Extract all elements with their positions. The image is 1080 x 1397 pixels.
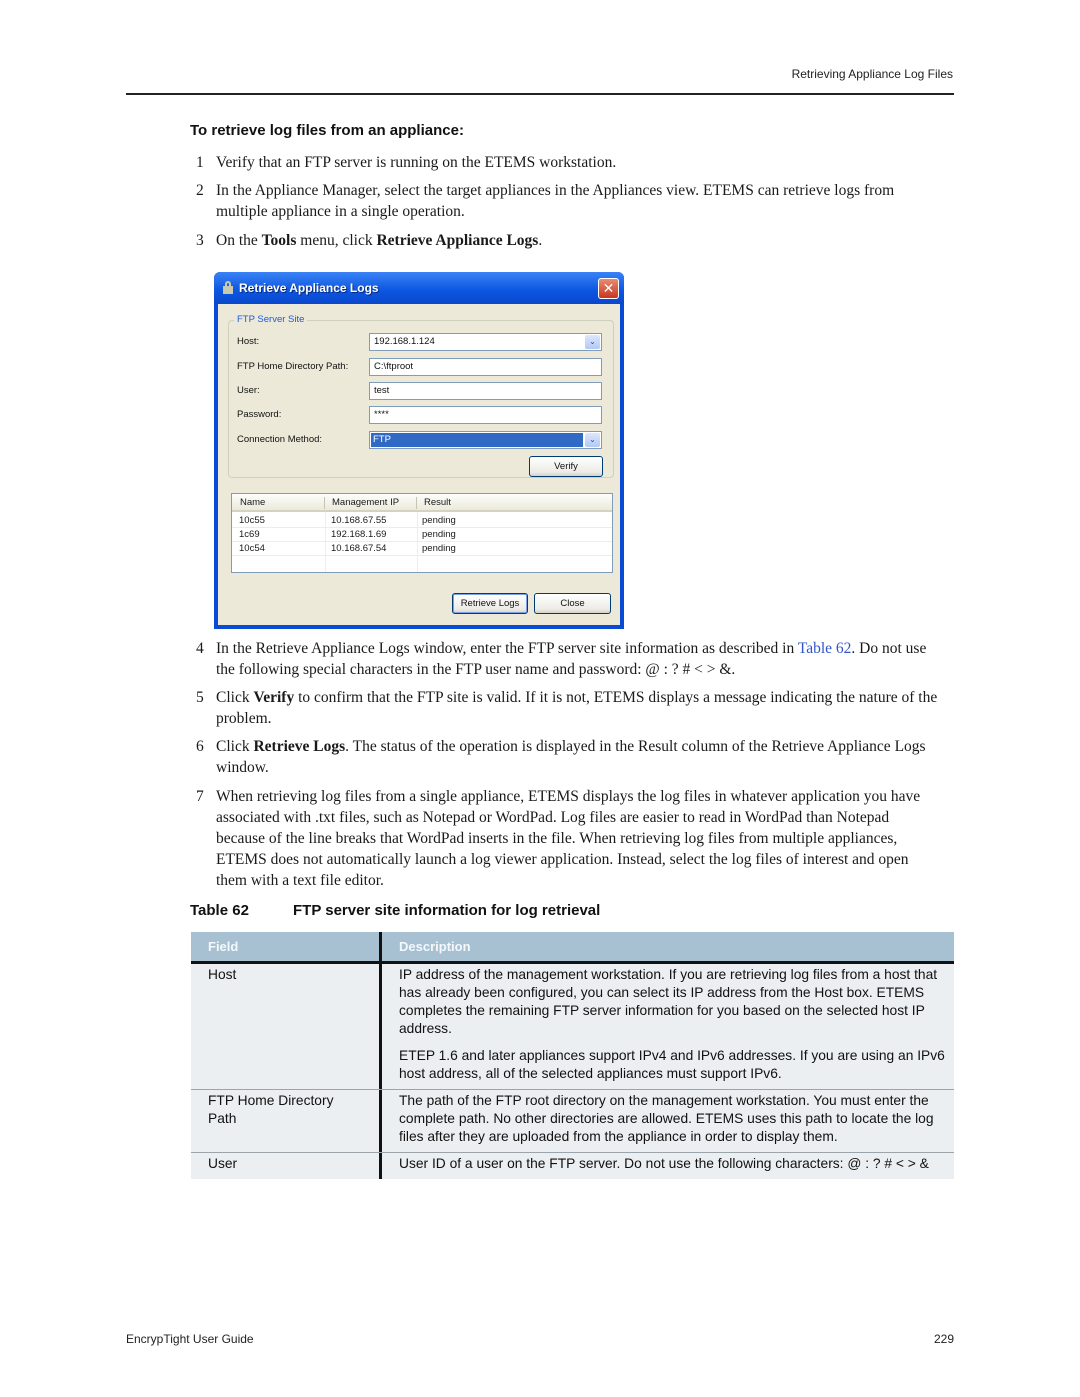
connection-method-combo[interactable]: FTP ⌄ [369,431,602,449]
cell-name: 10c54 [239,543,265,554]
step-7: 7 When retrieving log files from a singl… [196,786,941,891]
lock-icon [223,281,233,294]
retrieve-logs-dialog: Retrieve Appliance Logs ✕ FTP Server Sit… [214,272,624,629]
running-header: Retrieving Appliance Log Files [791,67,953,81]
column-header-field: Field [208,939,239,954]
retrieve-logs-button[interactable]: Retrieve Logs [452,593,528,614]
column-header-name[interactable]: Name [240,497,265,508]
host-value: 192.168.1.124 [374,336,435,347]
group-label: FTP Server Site [234,314,308,325]
step-text: to confirm that the FTP site is valid. I… [216,689,938,727]
host-combo[interactable]: 192.168.1.124 ⌄ [369,333,602,351]
cell-result: pending [422,515,456,526]
step-text: On the [216,232,262,249]
step-text: menu, click [296,232,377,249]
column-header-description: Description [399,939,471,954]
dialog-client: FTP Server Site Host: 192.168.1.124 ⌄ FT… [218,304,620,625]
field-description: IP address of the management workstation… [399,967,938,1036]
step-2: 2 In the Appliance Manager, select the t… [196,180,941,222]
appliance-list[interactable]: Name Management IP Result 10c55 10.168.6… [231,493,613,573]
field-name: Host [208,967,237,982]
table-title: FTP server site information for log retr… [293,902,601,919]
user-label: User: [237,385,260,396]
cell-ip: 192.168.1.69 [331,529,387,540]
procedure-title: To retrieve log files from an appliance: [190,122,464,139]
step-text: Verify that an FTP server is running on … [216,154,617,171]
field-name: FTP Home Directory Path [208,1093,334,1126]
cell-ip: 10.168.67.55 [331,515,387,526]
password-label: Password: [237,409,282,420]
chevron-down-icon[interactable]: ⌄ [585,335,600,349]
step-4: 4 In the Retrieve Appliance Logs window,… [196,638,941,680]
list-row[interactable]: 10c55 10.168.67.55 pending [232,514,612,528]
command-name: Retrieve Appliance Logs [376,232,539,249]
step-number: 2 [196,182,204,199]
cell-ip: 10.168.67.54 [331,543,387,554]
field-description: User ID of a user on the FTP server. Do … [399,1156,929,1171]
step-number: 3 [196,232,204,249]
close-icon[interactable]: ✕ [598,278,619,299]
connection-method-value: FTP [371,433,583,447]
step-number: 4 [196,640,204,657]
table-header: Field Description [191,932,954,964]
step-text: Click [216,738,254,755]
step-number: 5 [196,689,204,706]
list-header: Name Management IP Result [232,494,612,512]
list-row[interactable]: 1c69 192.168.1.69 pending [232,528,612,542]
column-header-result[interactable]: Result [424,497,451,508]
table-62-link[interactable]: Table 62 [798,640,852,657]
cell-name: 10c55 [239,515,265,526]
home-dir-input[interactable]: C:\ftproot [369,358,602,376]
footer-guide-title: EncrypTight User Guide [126,1332,254,1346]
field-description: ETEP 1.6 and later appliances support IP… [399,1048,945,1081]
connection-method-label: Connection Method: [237,434,323,445]
table-row: FTP Home Directory Path The path of the … [191,1090,954,1153]
step-number: 1 [196,154,204,171]
column-header-management-ip[interactable]: Management IP [332,497,399,508]
table-number: Table 62 [190,902,249,919]
step-number: 6 [196,738,204,755]
table-row: User User ID of a user on the FTP server… [191,1153,954,1179]
user-input[interactable]: test [369,382,602,400]
chevron-down-icon[interactable]: ⌄ [585,433,600,447]
menu-name-tools: Tools [261,232,297,249]
button-name-verify: Verify [253,689,295,706]
table-caption: Table 62 FTP server site information for… [190,902,600,919]
button-name-retrieve-logs: Retrieve Logs [253,738,346,755]
field-name: User [208,1156,238,1171]
dialog-title: Retrieve Appliance Logs [239,281,379,295]
step-1: 1 Verify that an FTP server is running o… [196,152,941,173]
host-label: Host: [237,336,260,347]
step-3: 3 On the Tools menu, click Retrieve Appl… [196,230,941,251]
close-button[interactable]: Close [534,593,611,614]
step-text: Click [216,689,254,706]
ftp-info-table: Field Description Host IP address of the… [191,932,954,1179]
step-6: 6 Click Retrieve Logs. The status of the… [196,736,941,778]
home-dir-label: FTP Home Directory Path: [237,361,349,372]
dialog-titlebar: Retrieve Appliance Logs ✕ [214,272,624,304]
table-row: Host IP address of the management workst… [191,964,954,1090]
cell-result: pending [422,543,456,554]
step-number: 7 [196,788,204,805]
step-5: 5 Click Verify to confirm that the FTP s… [196,687,941,729]
step-text: . [538,232,543,249]
step-text: In the Appliance Manager, select the tar… [216,182,895,220]
header-rule [126,93,954,95]
cell-name: 1c69 [239,529,260,540]
page-number: 229 [933,1332,954,1346]
field-description: The path of the FTP root directory on th… [399,1093,934,1144]
verify-button[interactable]: Verify [529,456,603,477]
cell-result: pending [422,529,456,540]
password-input[interactable]: **** [369,406,602,424]
step-text: When retrieving log files from a single … [216,788,921,889]
step-text: In the Retrieve Appliance Logs window, e… [216,640,798,657]
list-row[interactable]: 10c54 10.168.67.54 pending [232,542,612,556]
